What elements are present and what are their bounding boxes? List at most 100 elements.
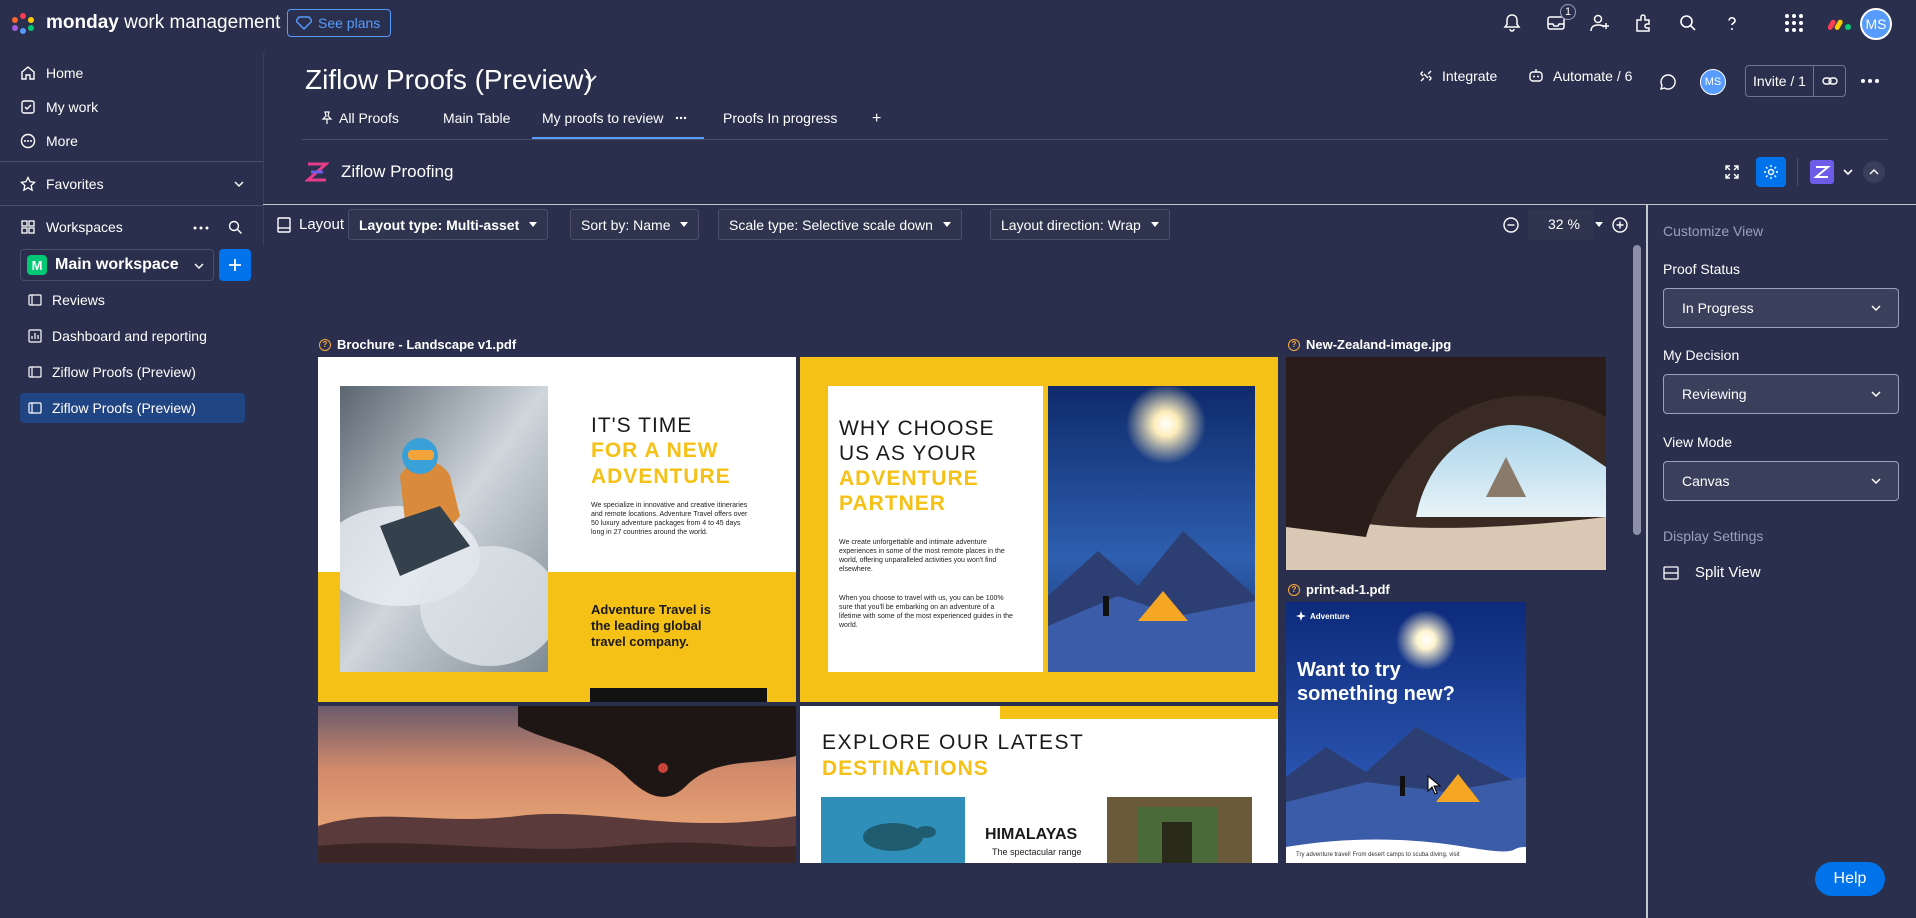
notification-badge: 1 (1560, 4, 1576, 20)
sidebar-workspaces[interactable]: Workspaces (20, 212, 123, 242)
gear-icon (1764, 165, 1778, 179)
sidebar-item-ziflow-proofs[interactable]: Ziflow Proofs (Preview) (20, 357, 245, 387)
scale-type-dropdown[interactable]: Scale type: Selective scale down (718, 209, 962, 240)
asset-label-nz-image[interactable]: ? New-Zealand-image.jpg (1288, 337, 1451, 352)
invite-label: Invite / 1 (1746, 66, 1814, 96)
climber-photo (318, 706, 796, 863)
new-zealand-cave-photo[interactable] (1286, 357, 1606, 570)
board-icon (28, 402, 42, 414)
chevron-down-icon (1871, 478, 1881, 485)
layout-direction-label: Layout direction: Wrap (1001, 216, 1141, 233)
view-mode-select[interactable]: Canvas (1663, 461, 1899, 501)
brochure-page-2[interactable]: WHY CHOOSE US AS YOUR ADVENTURE PARTNER … (800, 357, 1278, 702)
sort-by-dropdown[interactable]: Sort by: Name (570, 209, 700, 240)
layout-type-dropdown[interactable]: Layout type: Multi-asset (348, 209, 549, 240)
brochure-page-4[interactable]: EXPLORE OUR LATEST DESTINATIONS HIMALAYA… (800, 706, 1278, 863)
black-bar (590, 688, 767, 702)
asset-label-print-ad[interactable]: ? print-ad-1.pdf (1288, 582, 1390, 597)
collapse-button[interactable] (1863, 161, 1885, 183)
add-view-button[interactable]: + (872, 110, 881, 128)
help-icon[interactable] (1720, 11, 1744, 35)
ziflow-app-icon[interactable] (1810, 160, 1834, 184)
tabs-divider (302, 139, 1888, 140)
layout-icon (277, 216, 291, 233)
workspace-selector[interactable]: M Main workspace (20, 249, 214, 281)
automate-button[interactable]: Automate / 6 (1527, 68, 1632, 84)
yellow-strip (1000, 706, 1278, 719)
help-button[interactable]: Help (1815, 862, 1885, 896)
tab-all-proofs[interactable]: All Proofs (321, 110, 399, 126)
board-title[interactable]: Ziflow Proofs (Preview) (305, 64, 593, 96)
automate-label: Automate / 6 (1553, 68, 1633, 84)
apps-icon[interactable] (1632, 11, 1656, 35)
print-ad-page[interactable]: Adventure Want to try something new? Try… (1286, 602, 1526, 863)
plus-icon (229, 259, 241, 271)
sidebar-item-label: Dashboard and reporting (52, 328, 207, 344)
caret-down-icon (1150, 222, 1159, 227)
zoom-level[interactable]: 32 % (1548, 216, 1580, 232)
proof-status-select[interactable]: In Progress (1663, 288, 1899, 328)
sidebar-item-my-work[interactable]: My work (20, 92, 98, 122)
search-icon[interactable] (1676, 11, 1700, 35)
print-ad-brand-label: Adventure (1310, 611, 1350, 621)
sidebar-favorites[interactable]: Favorites (20, 169, 245, 199)
tab-label: Proofs In progress (723, 110, 838, 126)
brand-name[interactable]: monday work management (46, 12, 280, 34)
more-options-icon[interactable] (1861, 79, 1879, 83)
split-view-toggle[interactable]: Split View (1663, 564, 1761, 581)
add-workspace-item-button[interactable] (219, 249, 251, 281)
tab-main-table[interactable]: Main Table (443, 110, 510, 126)
brochure-page-3[interactable] (318, 706, 796, 863)
sidebar-item-more[interactable]: More (20, 126, 78, 156)
camping-night-photo (1048, 386, 1255, 672)
sidebar-item-ziflow-proofs-active[interactable]: Ziflow Proofs (Preview) (20, 393, 245, 423)
invite-user-icon[interactable] (1588, 11, 1612, 35)
app-bar-divider (1797, 158, 1798, 186)
layout-toggle[interactable]: Layout (277, 216, 344, 233)
caret-down-icon (942, 222, 951, 227)
zoom-in-icon[interactable] (1612, 217, 1628, 233)
chevron-down-icon[interactable] (583, 74, 599, 84)
layout-direction-dropdown[interactable]: Layout direction: Wrap (990, 209, 1170, 240)
integrate-icon (1420, 70, 1432, 82)
ellipsis-icon[interactable] (675, 116, 687, 120)
fullscreen-icon[interactable] (1724, 164, 1740, 180)
board-member-avatar[interactable]: MS (1700, 69, 1726, 95)
canvas-scrollbar[interactable] (1633, 245, 1641, 535)
user-avatar[interactable]: MS (1860, 8, 1892, 40)
zoom-out-icon[interactable] (1503, 217, 1519, 233)
sidebar-item-reviews[interactable]: Reviews (20, 285, 245, 315)
view-mode-value: Canvas (1682, 473, 1730, 489)
p2-title-c: ADVENTURE (839, 467, 979, 490)
ellipsis-icon[interactable] (193, 226, 209, 230)
chevron-down-icon (234, 181, 244, 187)
integrate-button[interactable]: Integrate (1418, 68, 1497, 84)
search-icon[interactable] (228, 220, 243, 235)
layout-label: Layout (299, 216, 345, 233)
my-decision-select[interactable]: Reviewing (1663, 374, 1899, 414)
chevron-down-icon[interactable] (1842, 168, 1854, 176)
asset-label-brochure[interactable]: ? Brochure - Landscape v1.pdf (319, 337, 516, 352)
monday-mini-logo-icon (1828, 19, 1851, 30)
status-pending-icon: ? (1288, 583, 1300, 596)
sidebar-item-dashboard[interactable]: Dashboard and reporting (20, 321, 245, 351)
top-bar: monday work management See plans 1 MS (0, 0, 1916, 46)
app-name: Ziflow Proofing (341, 162, 454, 181)
comment-icon[interactable] (1659, 73, 1677, 91)
bell-icon[interactable] (1500, 11, 1524, 35)
link-icon[interactable] (1822, 75, 1838, 87)
more-circle-icon (20, 133, 36, 149)
settings-button[interactable] (1756, 157, 1786, 187)
see-plans-button[interactable]: See plans (287, 9, 392, 37)
grid-icon[interactable] (1782, 11, 1806, 35)
sidebar-item-label: More (46, 133, 78, 149)
print-ad-brand: Adventure (1296, 611, 1350, 621)
tab-proofs-in-progress[interactable]: Proofs In progress (723, 110, 837, 126)
invite-button[interactable]: Invite / 1 (1745, 65, 1846, 97)
tab-my-proofs-to-review[interactable]: My proofs to review (542, 110, 687, 126)
ziflow-logo-icon (305, 162, 329, 182)
sidebar-item-home[interactable]: Home (20, 58, 83, 88)
village-photo (1107, 797, 1252, 863)
caret-down-icon[interactable] (1595, 222, 1603, 227)
brochure-page-1[interactable]: IT'S TIME FOR A NEW ADVENTURE We special… (318, 357, 796, 702)
